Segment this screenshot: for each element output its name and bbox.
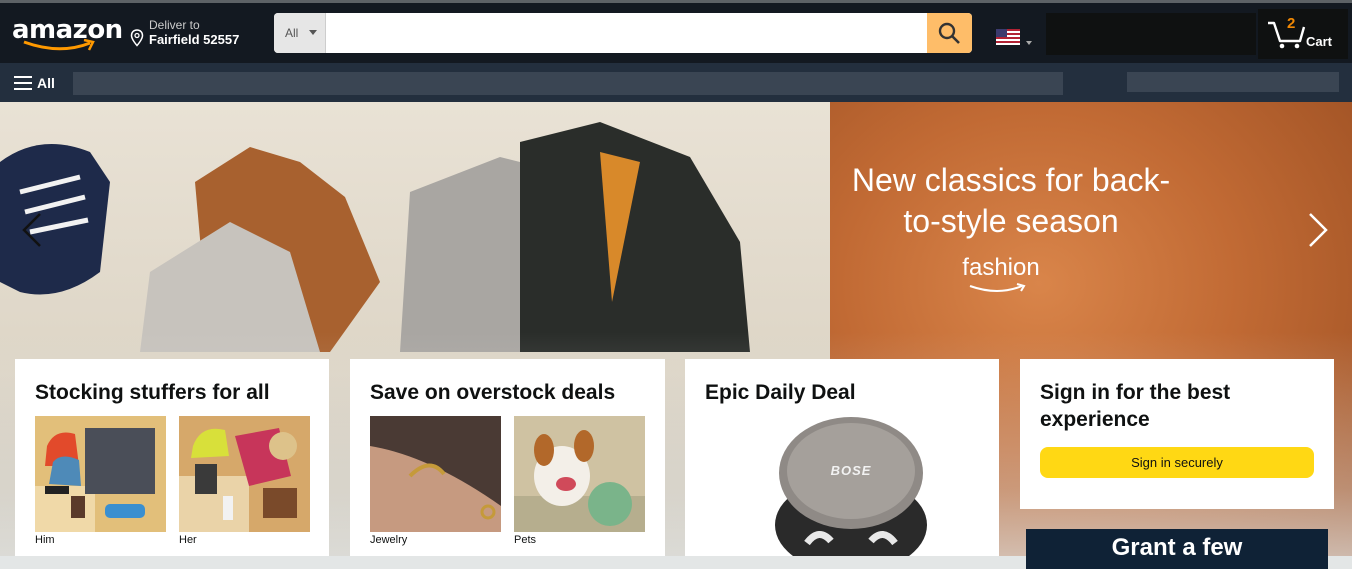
search-category-select[interactable]: All (274, 13, 326, 53)
deliver-to-location: Fairfield 52557 (149, 32, 240, 47)
us-flag-icon (996, 29, 1020, 45)
subnav-promo-placeholder (1127, 72, 1339, 92)
sign-in-button[interactable]: Sign in securely (1040, 447, 1314, 478)
hero-brand: fashion (962, 254, 1040, 281)
product-image-him[interactable] (35, 416, 166, 532)
location-pin-icon (130, 29, 144, 47)
cart-icon (1268, 21, 1306, 49)
cart-button[interactable]: 2 Cart (1258, 9, 1348, 59)
amazon-logo[interactable]: amazon (12, 15, 123, 53)
chevron-left-icon (22, 213, 41, 247)
carousel-prev-button[interactable] (18, 210, 48, 250)
hero-title: New classics for back-to-style season (851, 162, 1171, 239)
item-label-jewelry[interactable]: Jewelry (370, 534, 407, 546)
card-epic-daily-deal: Epic Daily Deal BOSE (685, 359, 999, 556)
product-brand: BOSE (830, 463, 872, 478)
product-image-pets[interactable] (514, 416, 645, 532)
clothing-illustration (0, 122, 750, 352)
brand-smile-icon (969, 283, 1026, 292)
search-category-label: All (285, 26, 299, 40)
card-title: Epic Daily Deal (705, 381, 856, 404)
hero-carousel: New classics for back-to-style season fa… (0, 102, 1352, 556)
all-menu-button[interactable]: All (14, 71, 64, 95)
search-bar: All (274, 13, 972, 53)
card-title: Stocking stuffers for all (35, 381, 270, 404)
account-area[interactable] (1046, 13, 1256, 55)
carousel-next-button[interactable] (1302, 210, 1332, 250)
item-label-pets[interactable]: Pets (514, 534, 536, 546)
deliver-to[interactable]: Deliver to Fairfield 52557 (130, 17, 260, 51)
deal-product-image[interactable]: BOSE (771, 417, 931, 556)
search-button[interactable] (927, 13, 972, 53)
all-menu-label: All (37, 75, 55, 91)
cart-label: Cart (1306, 34, 1333, 49)
card-sign-in: Sign in for the best experience Sign in … (1020, 359, 1334, 509)
caret-down-icon (1026, 41, 1032, 45)
subnav-links-placeholder (73, 72, 1063, 95)
product-image-jewelry[interactable] (370, 416, 501, 532)
card-title: Save on overstock deals (370, 381, 616, 404)
chevron-right-icon (1309, 213, 1328, 247)
card-overstock-deals: Save on overstock deals Jewelry Pets (350, 359, 665, 556)
promo-text: Grant a few (1111, 534, 1243, 561)
navbar: amazon Deliver to Fairfield 52557 All 2 … (0, 3, 1352, 63)
product-image-her[interactable] (179, 416, 310, 532)
card-stocking-stuffers: Stocking stuffers for all Him Her (15, 359, 329, 556)
card-title: Sign in for the best experience (1040, 381, 1231, 431)
search-icon (938, 22, 960, 44)
search-input[interactable] (326, 13, 926, 53)
hamburger-icon (14, 76, 32, 90)
item-label-him[interactable]: Him (35, 534, 55, 546)
caret-down-icon (309, 30, 317, 35)
subnav: All (0, 63, 1352, 102)
deliver-to-label: Deliver to (149, 18, 200, 32)
smile-icon (23, 39, 95, 51)
cart-count: 2 (1287, 15, 1296, 32)
item-label-her[interactable]: Her (179, 534, 197, 546)
language-selector[interactable] (996, 29, 1036, 47)
